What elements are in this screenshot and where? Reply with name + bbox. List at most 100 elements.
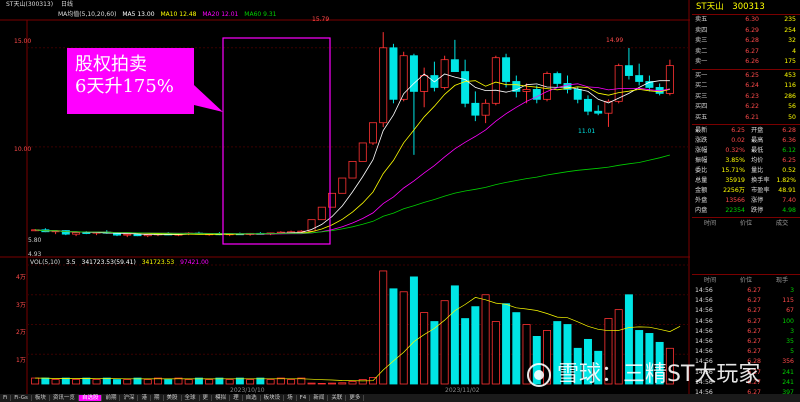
quote-row: 涨跌 0.02 最高 6.36: [692, 136, 800, 146]
ask-row[interactable]: 卖五 6.30 235: [692, 15, 800, 26]
bottom-tab[interactable]: 新闻: [310, 395, 329, 401]
candle-body: [461, 71, 470, 104]
volume-bar: [512, 312, 521, 385]
ob-price: 6.22: [745, 103, 759, 110]
vol-axis-1: 1万: [16, 357, 26, 364]
quote-row: 委比 15.71% 量比 0.52: [692, 166, 800, 176]
volume-bar: [184, 379, 193, 385]
quote-value-2: 7.40: [782, 197, 796, 204]
volume-bar: [51, 379, 60, 385]
bottom-tab[interactable]: 自选: [242, 395, 261, 401]
candle-body: [440, 59, 449, 88]
bottom-tab[interactable]: Fi: [0, 395, 12, 401]
bid-row[interactable]: 买一 6.25 453: [692, 71, 800, 82]
volume-bar: [225, 379, 234, 385]
period-label[interactable]: 日线: [61, 1, 73, 8]
volume-bar: [31, 377, 40, 385]
volume-bar: [471, 306, 480, 385]
quote-value: 15.71%: [721, 167, 745, 174]
bottom-tab[interactable]: 沪深: [120, 395, 139, 401]
bottom-tab[interactable]: 全球: [181, 395, 200, 401]
volume-bar: [307, 382, 316, 385]
bottom-tab[interactable]: 期: [151, 395, 164, 401]
vol-value-1: 3.5: [66, 259, 76, 266]
vol-legend: VOL(5,10) 3.5 341723.53(59.41) 341723.53…: [30, 258, 213, 267]
tick-price: 6.27: [747, 317, 761, 325]
ask-row[interactable]: 卖四 6.29 254: [692, 26, 800, 37]
volume-bar: [328, 382, 337, 385]
bottom-tab[interactable]: 板块: [31, 395, 50, 401]
volume-bar: [205, 379, 214, 385]
quote-row: 总量 35919 换手率 1.82%: [692, 176, 800, 186]
ask-row[interactable]: 卖二 6.27 4: [692, 47, 800, 58]
volume-bar: [143, 379, 152, 385]
volume-bar: [72, 379, 81, 385]
candle-body: [481, 102, 490, 116]
quote-value-2: 6.12: [782, 147, 796, 154]
volume-bar: [338, 382, 347, 385]
bottom-tab[interactable]: 更: [199, 395, 213, 401]
volume-bar: [61, 377, 70, 385]
bottom-tab[interactable]: 美股: [163, 395, 182, 401]
vol-value-2: 341723.53(59.41): [81, 259, 136, 266]
bid-row[interactable]: 买二 6.24 116: [692, 81, 800, 92]
candle-body: [502, 57, 511, 82]
bottom-tab[interactable]: 前期: [102, 395, 121, 401]
vol-axis-2: 2万: [16, 329, 26, 336]
ask-row[interactable]: 卖一 6.26 175: [692, 57, 800, 68]
ob-price: 6.30: [745, 16, 759, 23]
ob-volume: 50: [788, 113, 796, 121]
quote-row: 涨幅 0.32% 最低 6.12: [692, 146, 800, 156]
bottom-tab[interactable]: F4: [296, 395, 311, 401]
candle-body: [624, 65, 633, 76]
bottom-tab[interactable]: 板块设: [260, 395, 285, 401]
ob-price: 6.25: [745, 71, 759, 79]
tick-time: 14:56: [695, 317, 713, 325]
ask-list: 卖五 6.30 235 卖四 6.29 254 卖三 6.28 32 卖二 6.27 4 卖一 6.26 1…: [692, 15, 800, 68]
ob-label: 买四: [695, 103, 708, 110]
quote-value: 35919: [725, 177, 745, 184]
bid-row[interactable]: 买四 6.22 56: [692, 102, 800, 113]
ma60-value: MA60 9.31: [244, 11, 277, 18]
bid-row[interactable]: 买五 6.21 50: [692, 113, 800, 124]
bottom-tab[interactable]: 场: [284, 395, 297, 401]
quote-value: 6.25: [731, 127, 745, 134]
bottom-tab[interactable]: 资讯一览: [49, 395, 79, 401]
ob-price: 6.26: [745, 58, 759, 65]
bottom-tab[interactable]: 更多: [346, 395, 365, 401]
volume-bar: [420, 312, 429, 385]
high2-label: 14.99: [606, 37, 624, 44]
quote-value-2: 6.36: [782, 137, 796, 144]
volume-bar: [41, 377, 50, 385]
ob-price: 6.29: [745, 26, 759, 34]
ob-volume: 235: [784, 16, 796, 23]
date-label-1: 2023/10/10: [230, 387, 265, 394]
bottom-toolbar: Fi Fi-Gs 板块 资讯一览 自选股 前期 沪深港期美股 全球更模拟理自选 板块设场 F4 新闻…: [0, 394, 800, 402]
vol-value-3: 341723.53: [141, 259, 175, 266]
bottom-tab[interactable]: 港: [138, 395, 151, 401]
ob-volume: 56: [788, 103, 796, 110]
candle-body: [553, 73, 562, 84]
ob-price: 6.28: [745, 37, 759, 44]
bottom-tab[interactable]: 关联: [328, 395, 347, 401]
bottom-tab[interactable]: 自选股: [78, 395, 103, 401]
ticks-header-price: 价位: [739, 220, 753, 227]
bid-row[interactable]: 买三 6.23 286: [692, 92, 800, 103]
ob-price: 6.23: [745, 92, 759, 100]
quote-label-2: 最高: [751, 137, 764, 144]
bottom-tab[interactable]: Fi-Gs: [11, 395, 32, 401]
bottom-tab[interactable]: 模拟: [212, 395, 231, 401]
ask-row[interactable]: 卖三 6.28 32: [692, 36, 800, 47]
start-low-label: 4.93: [28, 251, 42, 258]
quote-value-2: 0.52: [782, 167, 796, 174]
volume-bar: [461, 318, 470, 385]
candle-body: [522, 89, 531, 92]
quote-label-2: 涨停: [751, 197, 764, 204]
ob-label: 卖一: [695, 58, 708, 65]
ob-volume: 116: [784, 82, 796, 89]
top-bar: ST天山(300313) 日线: [0, 0, 690, 9]
quote-value-2: 1.82%: [776, 177, 796, 184]
price-axis-mid: 10.00: [14, 146, 32, 153]
callout-line-1: 股权拍卖: [75, 54, 147, 75]
bottom-tab[interactable]: 理: [230, 395, 243, 401]
